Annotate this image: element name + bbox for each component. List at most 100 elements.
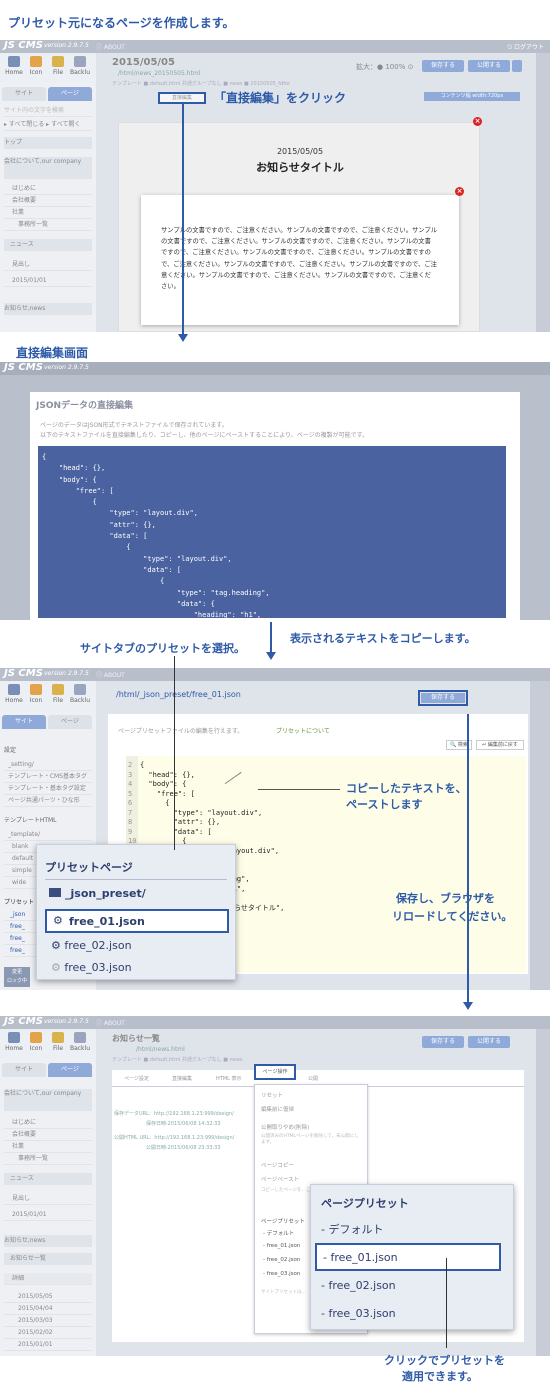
revert-button[interactable]: ↩ 編集前に戻す	[476, 740, 524, 750]
logout-link[interactable]: ⎋ ログアウト	[507, 42, 544, 52]
tab-site[interactable]: サイト	[2, 715, 46, 729]
tab-site[interactable]: サイト	[2, 87, 46, 101]
sidebar-item[interactable]: 社業	[4, 207, 92, 219]
sidebar-item[interactable]: テンプレート・CMS基本タグ	[4, 771, 92, 783]
save-button[interactable]: 保存する	[421, 693, 465, 703]
tab-page-operation[interactable]: ページ操作	[254, 1064, 296, 1080]
tab-publish[interactable]: 公開	[308, 1075, 318, 1082]
divider	[45, 879, 227, 880]
tab-html[interactable]: HTML 表示	[216, 1075, 242, 1082]
right-scrollbar[interactable]	[536, 1029, 550, 1356]
home-tool[interactable]: Home	[3, 684, 25, 704]
sidebar-item[interactable]: 見出し	[4, 259, 92, 271]
app-version: version 2.9.7.5	[44, 364, 89, 371]
sidebar-item[interactable]: お知らせ一覧	[4, 1253, 92, 1265]
sidebar-item[interactable]: 2015/01/01	[4, 1339, 92, 1351]
tab-page[interactable]: ページ	[48, 1063, 92, 1077]
sidebar-item[interactable]: 2015/04/04	[4, 1303, 92, 1315]
sidebar-item[interactable]: 2015/01/01	[4, 275, 92, 287]
json-textarea[interactable]: { "head": {}, "body": { "free": [ { "typ…	[38, 446, 506, 618]
preset-item-default[interactable]: - デフォルト	[321, 1221, 383, 1237]
preset-help-link[interactable]: プリセットについて	[276, 726, 330, 735]
sidebar-item[interactable]: 見出し	[4, 1193, 92, 1205]
preset-item[interactable]: - free_02.json	[321, 1279, 396, 1292]
about-link[interactable]: ⓘ ABOUT	[96, 1018, 125, 1027]
page-file[interactable]: /html/news_20150505.html	[118, 70, 200, 77]
save-button[interactable]: 保存する	[422, 60, 464, 72]
close-icon[interactable]: ×	[473, 117, 482, 126]
preset-item[interactable]: ⚙ free_02.json	[51, 939, 132, 952]
sidebar-item[interactable]: _setting/	[4, 759, 92, 771]
icon-tool[interactable]: Icon	[25, 56, 47, 76]
home-icon	[8, 56, 20, 67]
preset-item-selected[interactable]: ⚙ free_01.json	[45, 909, 229, 933]
sidebar-item[interactable]: 2015/03/03	[4, 1315, 92, 1327]
preset-item[interactable]: ⚙ free_03.json	[51, 961, 132, 974]
menu-button[interactable]	[512, 60, 522, 72]
backup-tool[interactable]: Backlu	[69, 56, 91, 76]
sidebar-item[interactable]: はじめに	[4, 183, 92, 195]
backup-tool[interactable]: Backlu	[69, 684, 91, 704]
file-tool[interactable]: File	[47, 1032, 69, 1052]
sidebar-item[interactable]: 2015/02/02	[4, 1327, 92, 1339]
sidebar-item[interactable]: 事務所一覧	[4, 219, 92, 231]
preset-folder[interactable]: _json_preset/	[49, 887, 146, 900]
right-scrollbar[interactable]	[530, 681, 550, 990]
file-tool[interactable]: File	[47, 684, 69, 704]
sidebar-item-notice[interactable]: お知らせ,news	[4, 303, 92, 315]
tab-page[interactable]: ページ	[48, 87, 92, 101]
sidebar-item[interactable]: 2015/05/05	[4, 1291, 92, 1303]
tab-page[interactable]: ページ	[48, 715, 92, 729]
sidebar-item[interactable]: テンプレート・基本タグ設定	[4, 783, 92, 795]
sidebar-item[interactable]: 事務所一覧	[4, 1153, 92, 1165]
menu-item[interactable]: - free_02.json	[263, 1257, 300, 1263]
menu-item[interactable]: ページコピー	[261, 1161, 294, 1169]
icon-tool[interactable]: Icon	[25, 1032, 47, 1052]
sidebar-search[interactable]: サイト内の文字を検索	[4, 105, 92, 117]
file-tool[interactable]: File	[47, 56, 69, 76]
menu-item[interactable]: 公開取りやめ(削除)	[261, 1123, 309, 1131]
zoom-control[interactable]: 拡大：● 100% ⊙	[356, 62, 413, 72]
tab-page-settings[interactable]: ページ設定	[124, 1075, 149, 1082]
about-link[interactable]: ⓘ ABOUT	[96, 42, 125, 51]
sidebar-item[interactable]: ニュース	[4, 1173, 92, 1185]
sidebar-item-top[interactable]: トップ	[4, 137, 92, 149]
preset-item[interactable]: - free_03.json	[321, 1307, 396, 1320]
sidebar-item-news[interactable]: ニュース	[4, 239, 92, 251]
icon-tool[interactable]: Icon	[25, 684, 47, 704]
menu-item[interactable]: - free_01.json	[263, 1243, 300, 1249]
right-scrollbar[interactable]	[536, 53, 550, 332]
publish-button[interactable]: 公開する	[468, 60, 510, 72]
about-link[interactable]: ⓘ ABOUT	[96, 670, 125, 679]
sidebar-item[interactable]: はじめに	[4, 1117, 92, 1129]
menu-item[interactable]: 編集前に復帰	[261, 1105, 294, 1113]
close-icon[interactable]: ×	[455, 187, 464, 196]
home-tool[interactable]: Home	[3, 1032, 25, 1052]
backup-tool[interactable]: Backlu	[69, 1032, 91, 1052]
sidebar-item-company[interactable]: 会社について,our company	[4, 157, 92, 179]
lock-button[interactable]: 変更 ロック中	[4, 967, 30, 987]
sidebar-expand[interactable]: ▸ すべて閉じる ▸ すべて開く	[4, 119, 92, 131]
menu-item[interactable]: - デフォルト	[263, 1229, 294, 1237]
menu-item[interactable]: - free_03.json	[263, 1271, 300, 1277]
sidebar-item[interactable]: ページ共通パーツ・ひな形	[4, 795, 92, 807]
sidebar-item[interactable]: お知らせ,news	[4, 1235, 92, 1247]
menu-item[interactable]: ページペースト	[261, 1175, 299, 1183]
file-icon	[52, 684, 64, 695]
sidebar-item[interactable]: 会社について,our company	[4, 1089, 92, 1111]
preset-item-selected[interactable]: - free_01.json	[315, 1243, 501, 1271]
sidebar-item[interactable]: _template/	[4, 829, 92, 841]
sidebar-item[interactable]: 会社概要	[4, 195, 92, 207]
publish-button[interactable]: 公開する	[468, 1036, 510, 1048]
sidebar-item[interactable]: 社業	[4, 1141, 92, 1153]
tab-direct-edit[interactable]: 直接編集	[172, 1075, 192, 1082]
toolbar: Home Icon File Backlu	[0, 681, 96, 711]
page-file[interactable]: /html/news.html	[136, 1046, 185, 1053]
sidebar-item[interactable]: 詳細	[4, 1273, 92, 1285]
home-tool[interactable]: Home	[3, 56, 25, 76]
save-button[interactable]: 保存する	[422, 1036, 464, 1048]
sidebar-item[interactable]: 2015/01/01	[4, 1209, 92, 1221]
tab-site[interactable]: サイト	[2, 1063, 46, 1077]
sidebar-item[interactable]: 会社概要	[4, 1129, 92, 1141]
menu-item[interactable]: リセット	[261, 1091, 283, 1099]
